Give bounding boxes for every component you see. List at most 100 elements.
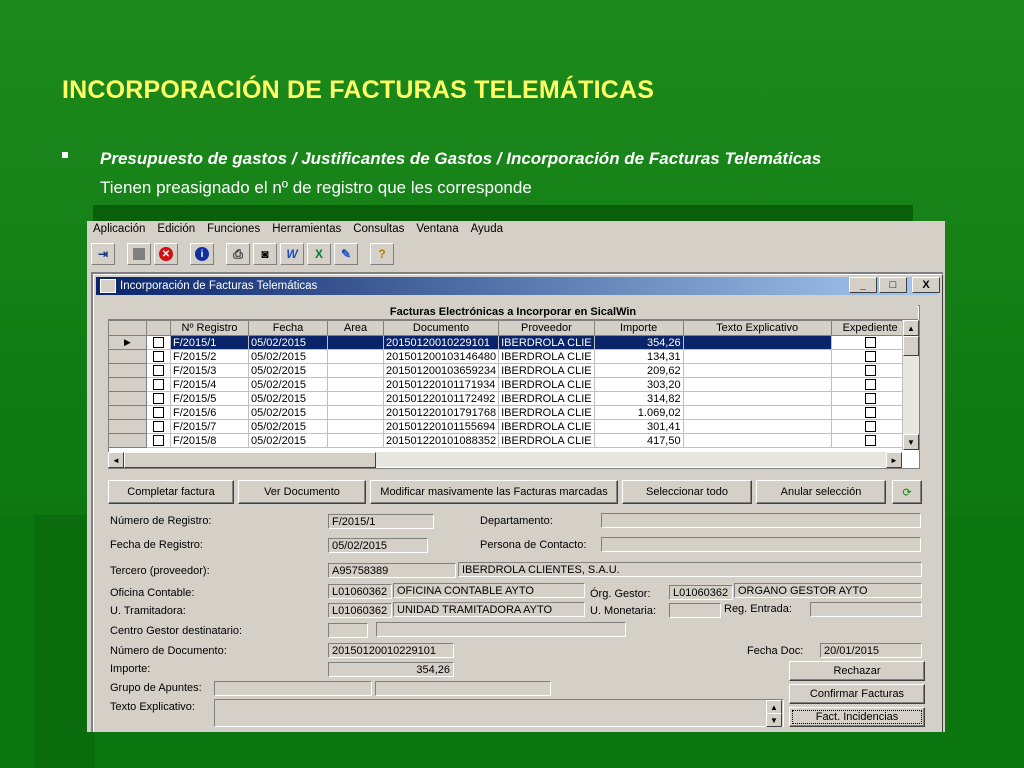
table-cell[interactable] <box>327 433 384 448</box>
word-icon[interactable]: W <box>280 243 304 265</box>
stop-icon[interactable] <box>127 243 151 265</box>
table-cell[interactable]: F/2015/3 <box>170 363 249 378</box>
row-checkbox[interactable] <box>146 363 171 378</box>
table-cell[interactable]: 05/02/2015 <box>248 377 328 392</box>
table-cell[interactable]: 1.069,02 <box>593 405 684 420</box>
row-checkbox[interactable] <box>146 419 171 434</box>
current-row-arrow-icon[interactable]: ▶ <box>108 335 147 350</box>
completar-factura-button[interactable]: Completar factura <box>108 480 234 504</box>
table-cell[interactable]: 201501220101088352 <box>382 433 500 448</box>
table-cell[interactable] <box>682 391 832 406</box>
grid-vertical-scrollbar[interactable]: ▲ ▼ <box>902 320 919 450</box>
table-cell[interactable] <box>682 419 832 434</box>
fact-incidencias-button[interactable]: Fact. Incidencias <box>789 707 925 727</box>
table-cell[interactable]: 05/02/2015 <box>248 363 328 378</box>
table-row[interactable]: ▶ F/2015/1 05/02/2015 20150120010229101 IBER… <box>108 335 910 350</box>
table-cell[interactable]: 301,41 <box>593 419 684 434</box>
expediente-checkbox[interactable] <box>830 363 910 378</box>
table-cell[interactable] <box>682 335 832 350</box>
table-cell[interactable]: F/2015/2 <box>170 349 249 364</box>
menu-aplicacion[interactable]: Aplicación <box>87 221 151 239</box>
table-row[interactable]: F/2015/8 05/02/2015 201501220101088352 IBER… <box>108 433 910 448</box>
table-cell[interactable]: F/2015/6 <box>170 405 249 420</box>
scroll-up-icon[interactable]: ▲ <box>903 320 919 336</box>
table-cell[interactable]: 05/02/2015 <box>248 419 328 434</box>
table-row[interactable]: F/2015/4 05/02/2015 201501220101171934 IBER… <box>108 377 910 392</box>
refresh-icon[interactable]: ⟳ <box>892 480 922 504</box>
col-header-fecha[interactable]: Fecha <box>248 320 328 336</box>
expediente-checkbox[interactable] <box>830 377 910 392</box>
expediente-checkbox[interactable] <box>830 391 910 406</box>
col-header-area[interactable]: Area <box>327 320 384 336</box>
scroll-down-icon[interactable]: ▼ <box>903 434 919 450</box>
row-indicator[interactable] <box>108 377 147 392</box>
excel-icon[interactable]: X <box>307 243 331 265</box>
info-icon[interactable]: i <box>190 243 214 265</box>
print-icon[interactable]: ⎙ <box>226 243 250 265</box>
table-cell[interactable]: F/2015/7 <box>170 419 249 434</box>
close-button[interactable]: X <box>912 277 940 293</box>
table-cell[interactable] <box>682 377 832 392</box>
menu-edicion[interactable]: Edición <box>151 221 201 239</box>
table-cell[interactable]: 303,20 <box>593 377 684 392</box>
table-row[interactable]: F/2015/7 05/02/2015 201501220101155694 IBER… <box>108 419 910 434</box>
row-checkbox[interactable] <box>146 433 171 448</box>
table-cell[interactable]: IBERDROLA CLIE <box>498 391 595 406</box>
table-cell[interactable]: 201501220101791768 <box>382 405 500 420</box>
ver-documento-button[interactable]: Ver Documento <box>238 480 366 504</box>
table-cell[interactable] <box>682 349 832 364</box>
menu-consultas[interactable]: Consultas <box>347 221 410 239</box>
col-header-texto[interactable]: Texto Explicativo <box>682 320 832 336</box>
rechazar-button[interactable]: Rechazar <box>789 661 925 681</box>
table-cell[interactable]: IBERDROLA CLIE <box>498 419 595 434</box>
table-cell[interactable]: 134,31 <box>593 349 684 364</box>
table-row[interactable]: F/2015/6 05/02/2015 201501220101791768 IBER… <box>108 405 910 420</box>
table-cell[interactable]: 417,50 <box>593 433 684 448</box>
texto-explicativo-field[interactable] <box>214 699 784 727</box>
table-cell[interactable]: IBERDROLA CLIE <box>498 405 595 420</box>
maximize-button[interactable]: □ <box>879 277 907 293</box>
table-cell[interactable] <box>327 335 384 350</box>
row-indicator[interactable] <box>108 433 147 448</box>
table-row[interactable]: F/2015/2 05/02/2015 201501200103146480 IBER… <box>108 349 910 364</box>
expediente-checkbox[interactable] <box>830 349 910 364</box>
exit-icon[interactable]: ⇥ <box>91 243 115 265</box>
row-checkbox[interactable] <box>146 391 171 406</box>
row-checkbox[interactable] <box>146 377 171 392</box>
scroll-thumb[interactable] <box>903 336 919 356</box>
col-header-proveedor[interactable]: Proveedor <box>498 320 595 336</box>
table-cell[interactable]: 201501220101172492 <box>382 391 500 406</box>
scroll-right-icon[interactable]: ► <box>886 452 902 468</box>
table-cell[interactable]: IBERDROLA CLIE <box>498 335 595 350</box>
menu-herramientas[interactable]: Herramientas <box>266 221 347 239</box>
table-cell[interactable] <box>327 405 384 420</box>
table-cell[interactable]: F/2015/8 <box>170 433 249 448</box>
expediente-checkbox[interactable] <box>830 335 910 350</box>
table-cell[interactable]: 209,62 <box>593 363 684 378</box>
table-cell[interactable]: IBERDROLA CLIE <box>498 349 595 364</box>
table-cell[interactable]: 354,26 <box>593 335 684 350</box>
row-indicator[interactable] <box>108 391 147 406</box>
table-cell[interactable]: 201501200103659234 <box>382 363 500 378</box>
find-icon[interactable]: ◙ <box>253 243 277 265</box>
table-cell[interactable] <box>682 363 832 378</box>
table-cell[interactable] <box>327 419 384 434</box>
col-header-importe[interactable]: Importe <box>593 320 684 336</box>
table-cell[interactable] <box>327 363 384 378</box>
seleccionar-todo-button[interactable]: Seleccionar todo <box>622 480 752 504</box>
menu-funciones[interactable]: Funciones <box>201 221 266 239</box>
menu-ventana[interactable]: Ventana <box>410 221 464 239</box>
col-header-expediente[interactable]: Expediente <box>830 320 910 336</box>
row-indicator[interactable] <box>108 405 147 420</box>
minimize-button[interactable]: _ <box>849 277 877 293</box>
table-cell[interactable]: 201501220101171934 <box>382 377 500 392</box>
table-cell[interactable] <box>327 377 384 392</box>
table-row[interactable]: F/2015/5 05/02/2015 201501220101172492 IBER… <box>108 391 910 406</box>
scroll-left-icon[interactable]: ◄ <box>108 452 124 468</box>
expediente-checkbox[interactable] <box>830 419 910 434</box>
modificar-masivamente-button[interactable]: Modificar masivamente las Facturas marca… <box>370 480 618 504</box>
row-indicator[interactable] <box>108 363 147 378</box>
menu-ayuda[interactable]: Ayuda <box>465 221 509 239</box>
row-checkbox[interactable] <box>146 349 171 364</box>
table-cell[interactable] <box>682 433 832 448</box>
